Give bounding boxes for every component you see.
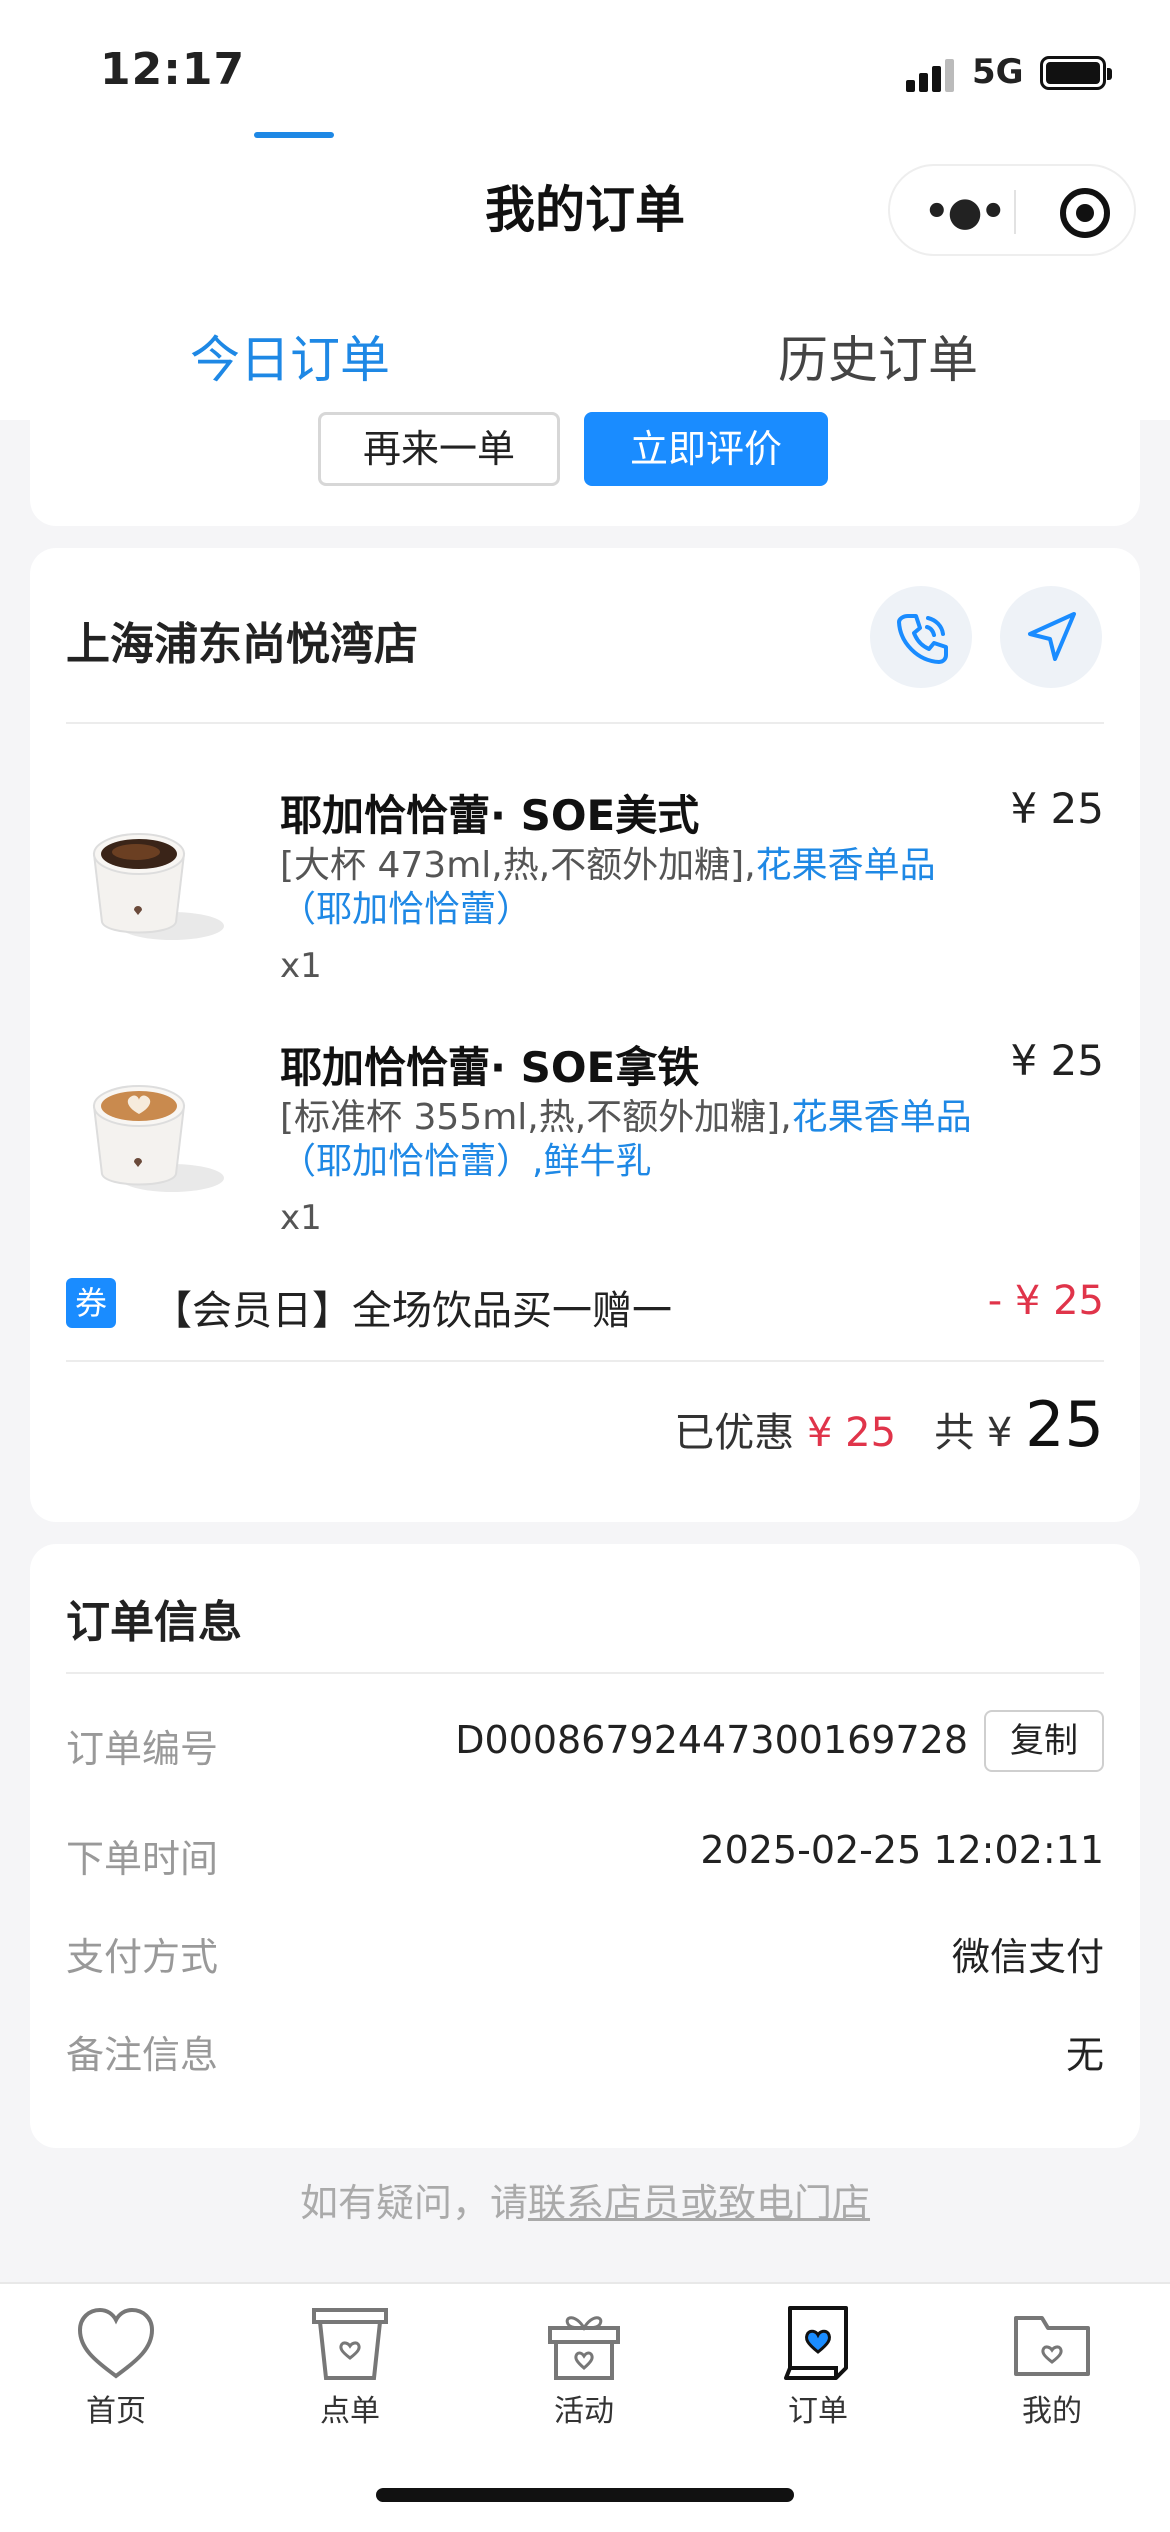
order-info-card: 订单信息 订单编号 D0008679244730016972​8 复制 下单时间… <box>30 1544 1140 2148</box>
order-info-title: 订单信息 <box>66 1597 242 1648</box>
remark-row: 备注信息 无 <box>66 2024 1104 2084</box>
divider <box>66 1672 1104 1674</box>
tabbar-label: 首页 <box>86 2394 146 2429</box>
tabbar-mine[interactable]: 我的 <box>972 2304 1132 2430</box>
order-time-row: 下单时间 2025-02-25 12:02:11 <box>66 1828 1104 1888</box>
gift-icon <box>548 2316 620 2380</box>
tabbar-orders[interactable]: 订单 <box>738 2304 898 2430</box>
more-icon[interactable]: •●• <box>924 192 1006 232</box>
tabbar-label: 活动 <box>554 2394 614 2429</box>
store-order-card: 上海浦东尚悦湾店 耶加恰恰蕾· SOE美式 ¥ 25 [大杯 473ml,热,不… <box>30 548 1140 1522</box>
remark-label: 备注信息 <box>66 2033 219 2077</box>
product-quantity: x1 <box>280 1198 322 1238</box>
tabbar-home[interactable]: 首页 <box>36 2304 196 2430</box>
call-store-button[interactable] <box>870 586 972 688</box>
battery-icon <box>1040 56 1112 90</box>
payment-method-label: 支付方式 <box>66 1935 219 1979</box>
divider <box>66 722 1104 724</box>
signal-icon <box>906 58 954 92</box>
product-quantity: x1 <box>280 946 322 986</box>
contact-prefix: 如有疑问，请 <box>299 2181 528 2225</box>
product-price: ¥ 25 <box>1010 1036 1104 1085</box>
latte-image <box>92 1085 224 1192</box>
americano-image <box>92 833 224 940</box>
spec-text: [大杯 473ml,热,不额外加糖], <box>280 845 756 886</box>
capsule-divider <box>1014 190 1016 234</box>
payment-method-value: 微信支付 <box>951 1935 1104 1979</box>
discount-label: 已优惠 <box>674 1410 795 1456</box>
coupon-row: 券 【会员日】全场饮品买一赠一 - ¥ 25 <box>66 1274 1104 1334</box>
product-item: 耶加恰恰蕾· SOE美式 ¥ 25 [大杯 473ml,热,不额外加糖],花果香… <box>66 782 1104 1012</box>
mini-program-capsule: •●• <box>888 164 1136 256</box>
review-button[interactable]: 立即评价 <box>584 412 828 486</box>
product-price: ¥ 25 <box>1010 784 1104 833</box>
folder-icon <box>1014 2316 1090 2376</box>
coupon-amount: - ¥ 25 <box>987 1278 1104 1324</box>
tabbar-label: 订单 <box>788 2394 848 2429</box>
contact-hint: 如有疑问，请联系店员或致电门店 <box>0 2172 1170 2227</box>
coupon-text: 【会员日】全场饮品买一赠一 <box>152 1288 672 1334</box>
order-tabs: 今日订单 历史订单 <box>0 280 1170 420</box>
network-type: 5G <box>972 52 1024 92</box>
discount-value: ¥ 25 <box>806 1410 897 1456</box>
navigate-button[interactable] <box>1000 586 1102 688</box>
product-name: 耶加恰恰蕾· SOE拿铁 <box>280 1043 700 1092</box>
navigation-bar: 我的订单 •●• <box>0 140 1170 280</box>
order-number-label: 订单编号 <box>66 1727 219 1771</box>
status-bar: 12:17 5G <box>0 0 1170 140</box>
phone-icon <box>897 614 948 664</box>
reorder-button[interactable]: 再来一单 <box>318 412 560 486</box>
tabbar-label: 我的 <box>1022 2394 1082 2429</box>
store-name: 上海浦东尚悦湾店 <box>66 619 418 670</box>
payment-method-row: 支付方式 微信支付 <box>66 1926 1104 1986</box>
product-name: 耶加恰恰蕾· SOE美式 <box>280 791 700 840</box>
heart-icon <box>77 2307 155 2379</box>
home-indicator <box>376 2488 794 2502</box>
order-total: 已优惠 ¥ 25 共 ¥ 25 <box>674 1388 1104 1468</box>
tab-history-orders[interactable]: 历史订单 <box>778 320 978 392</box>
close-target-icon[interactable] <box>1060 188 1110 238</box>
tab-today-orders[interactable]: 今日订单 <box>190 320 390 392</box>
tabbar-label: 点单 <box>320 2394 380 2429</box>
copy-button[interactable]: 复制 <box>984 1710 1104 1772</box>
product-item: 耶加恰恰蕾· SOE拿铁 ¥ 25 [标准杯 355ml,热,不额外加糖],花果… <box>66 1034 1104 1264</box>
divider <box>66 1360 1104 1362</box>
order-number-row: 订单编号 D0008679244730016972​8 复制 <box>66 1710 1104 1778</box>
spec-text: [标准杯 355ml,热,不额外加糖], <box>280 1097 792 1138</box>
navigation-arrow-icon <box>1028 612 1076 661</box>
tabbar-activity[interactable]: 活动 <box>504 2304 664 2430</box>
previous-order-card: 再来一单 立即评价 <box>30 400 1140 526</box>
order-time-value: 2025-02-25 12:02:11 <box>700 1828 1104 1872</box>
total-value: 25 <box>1025 1388 1104 1461</box>
total-label: 共 ¥ <box>934 1410 1013 1456</box>
remark-value: 无 <box>1065 2033 1104 2077</box>
contact-store-link[interactable]: 联系店员或致电门店 <box>528 2181 870 2225</box>
tab-active-indicator <box>254 132 334 138</box>
product-spec: [大杯 473ml,热,不额外加糖],花果香单品（耶加恰恰蕾） <box>280 844 980 932</box>
tabbar-order-menu[interactable]: 点单 <box>270 2304 430 2430</box>
clock: 12:17 <box>100 44 246 95</box>
order-receipt-icon <box>784 2306 848 2380</box>
coupon-badge: 券 <box>66 1278 116 1328</box>
order-number-value: D0008679244730016972​8 <box>455 1718 968 1762</box>
cup-icon <box>312 2308 388 2380</box>
product-spec: [标准杯 355ml,热,不额外加糖],花果香单品（耶加恰恰蕾）,鲜牛乳 <box>280 1096 980 1184</box>
order-time-label: 下单时间 <box>66 1837 219 1881</box>
